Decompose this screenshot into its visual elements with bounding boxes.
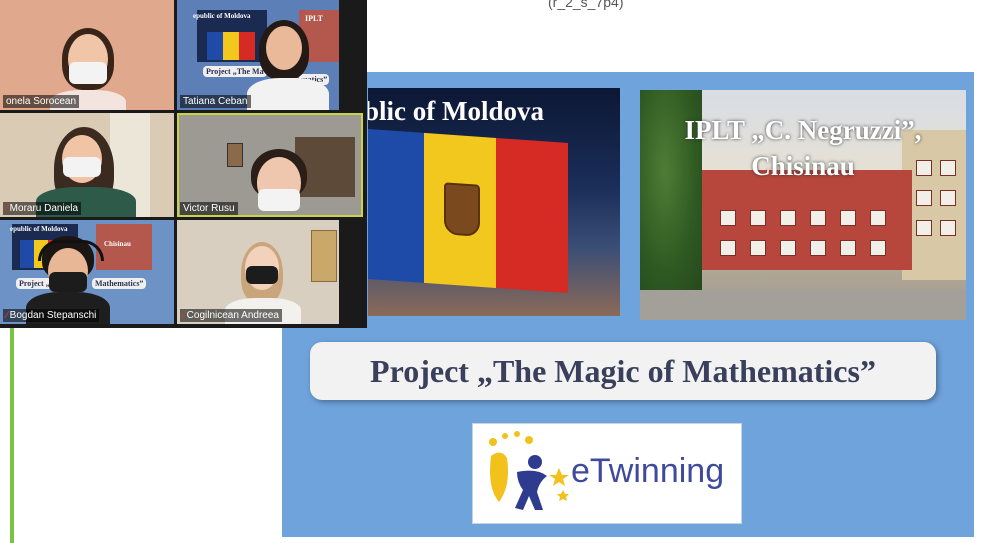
moldova-title: blic of Moldova [368,96,544,126]
participant-name: onela Sorocean [3,95,80,108]
mic-muted-icon: ⁄ [6,203,8,214]
shared-project-tail: Mathematics” [92,278,147,289]
mic-muted-icon: ⁄ [6,310,8,321]
mic-muted-icon: ⁄ [183,310,185,321]
video-gallery: onela Sorocean epublic of Moldova IPLT P… [0,0,367,328]
participant-name: ⁄ Cogilnicean Andreea [180,309,282,322]
participant-tile-active[interactable]: Victor Rusu [177,113,363,217]
participant-name: ⁄ Moraru Daniela [3,202,82,215]
shared-moldova-text: epublic of Moldova [193,12,251,20]
shared-chisinau-text: Chisinau [104,240,131,248]
etwinning-logo: eTwinning [472,423,742,524]
shared-iplt-text: IPLT [305,14,323,23]
participant-name: Tatiana Ceban [180,95,251,108]
project-title: Project „The Magic of Mathematics” [370,352,876,389]
participant-tile[interactable]: epublic of Moldova Chisinau Project „The… [0,220,174,324]
participant-tile[interactable]: ⁄ Cogilnicean Andreea [177,220,339,324]
etwinning-figures-icon [489,431,569,510]
participant-tile[interactable]: onela Sorocean [0,0,174,110]
moldova-flag [368,129,568,293]
participant-name: Victor Rusu [180,202,238,215]
project-title-box: Project „The Magic of Mathematics” [310,342,936,400]
cropped-top-text: (r_2_s_7p4) [548,0,624,10]
participant-tile[interactable]: epublic of Moldova IPLT Project „The Ma … [177,0,339,110]
participant-name: ⁄ Bogdan Stepanschi [3,309,100,322]
school-title: IPLT „C. Negruzzi”, Chisinau [684,115,922,181]
shared-moldova-text: epublic of Moldova [10,225,68,233]
participant-tile[interactable]: ⁄ Moraru Daniela [0,113,174,217]
presentation-slide: blic of Moldova IPLT „C. Negruzzi”, Chis… [282,72,974,537]
school-image: IPLT „C. Negruzzi”, Chisinau [640,90,966,320]
coat-of-arms-icon [444,182,480,237]
moldova-flag-image: blic of Moldova [368,88,620,316]
etwinning-label: eTwinning [571,452,725,490]
green-accent-line [10,328,14,543]
shared-project-text: Project „The Ma [203,66,267,77]
